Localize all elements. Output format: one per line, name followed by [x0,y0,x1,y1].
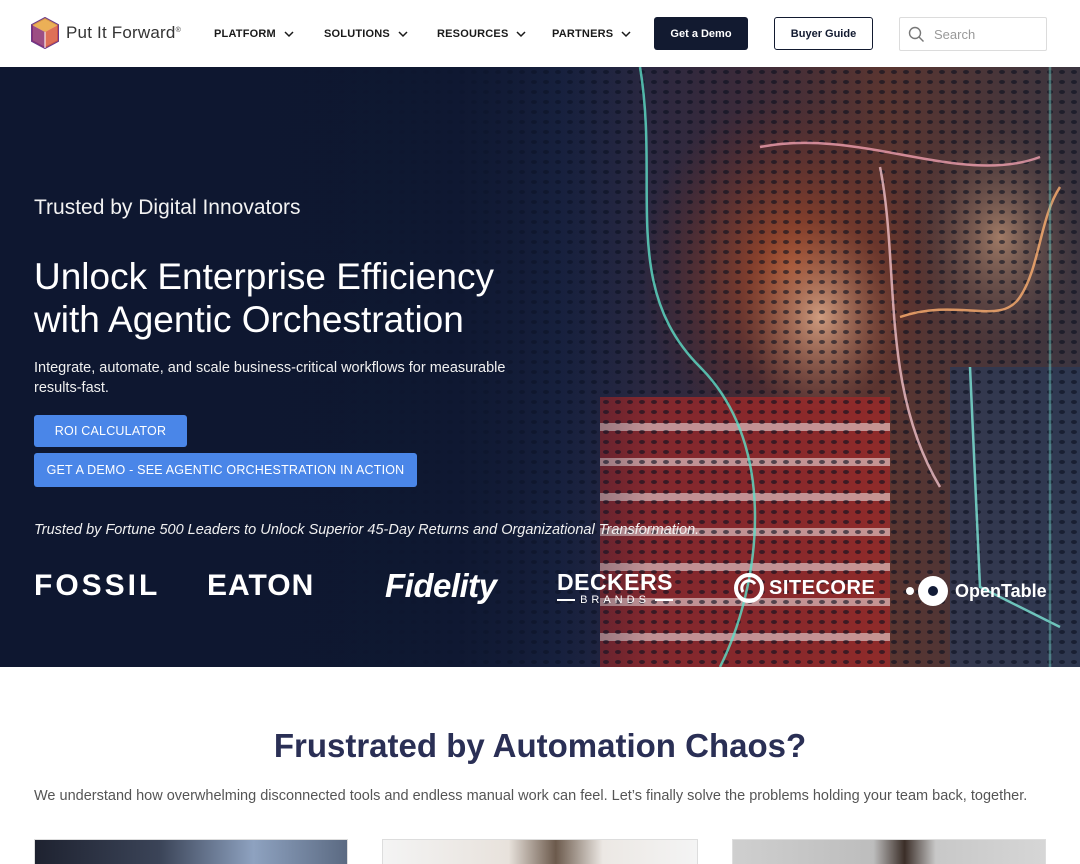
site-header: Put It Forward ® PLATFORM SOLUTIONS RESO… [0,0,1080,67]
opentable-logo-text: OpenTable [955,580,1047,601]
nav-partners[interactable]: PARTNERS [552,0,631,67]
opentable-logo: OpenTable [905,574,1047,608]
feature-card-image[interactable] [382,839,698,864]
hero-title-line2: with Agentic Orchestration [34,299,464,340]
nav-platform-label: PLATFORM [214,27,276,40]
hero-title-line1: Unlock Enterprise Efficiency [34,256,494,297]
chevron-down-icon [398,30,408,37]
trust-statement: Trusted by Fortune 500 Leaders to Unlock… [34,522,700,538]
chevron-down-icon [516,30,527,37]
cube-logo-icon [31,17,59,49]
feature-card-image[interactable] [34,839,348,864]
search-box[interactable] [899,17,1047,51]
sitecore-logo-text: SITECORE [769,576,876,599]
sitecore-logo: SITECORE [733,572,875,604]
eaton-logo: EATON [207,569,315,602]
nav-solutions[interactable]: SOLUTIONS [324,0,408,67]
feature-card-image[interactable] [732,839,1046,864]
nav-partners-label: PARTNERS [552,27,614,40]
hero-banner: Trusted by Digital Innovators Unlock Ent… [0,67,1080,667]
chevron-down-icon [284,30,294,37]
demo-agentic-button[interactable]: GET A DEMO - SEE AGENTIC ORCHESTRATION I… [34,453,417,487]
hero-kicker: Trusted by Digital Innovators [34,196,301,219]
opentable-dots-icon [906,576,948,606]
brand-registered-mark: ® [175,26,181,34]
buyer-guide-button[interactable]: Buyer Guide [774,17,873,50]
nav-platform[interactable]: PLATFORM [214,0,294,67]
nav-solutions-label: SOLUTIONS [324,27,390,40]
section-subtitle: We understand how overwhelming disconnec… [34,788,1028,804]
deckers-logo-top: DECKERS [557,569,673,595]
deckers-brands-logo: DECKERS BRANDS [557,570,673,606]
search-icon [908,26,924,42]
chevron-down-icon [621,30,631,37]
nav-resources[interactable]: RESOURCES [437,0,527,67]
section-title: Frustrated by Automation Chaos? [273,727,807,764]
roi-calculator-button[interactable]: ROI CALCULATOR [34,415,187,447]
nav-resources-label: RESOURCES [437,27,509,40]
hero-subtitle: Integrate, automate, and scale business-… [34,360,506,396]
deckers-logo-brands: BRANDS [580,594,650,606]
hero-title: Unlock Enterprise Efficiency with Agenti… [34,255,574,341]
sitecore-swirl-icon [734,573,764,603]
search-input[interactable] [934,26,1034,42]
deckers-logo-bottom: BRANDS [557,594,673,606]
brand-name: Put It Forward [66,23,176,42]
get-demo-button[interactable]: Get a Demo [654,17,748,50]
brand-logo[interactable]: Put It Forward ® [30,17,181,49]
fossil-logo: FOSSIL [34,569,161,602]
fidelity-logo: Fidelity [385,567,497,604]
